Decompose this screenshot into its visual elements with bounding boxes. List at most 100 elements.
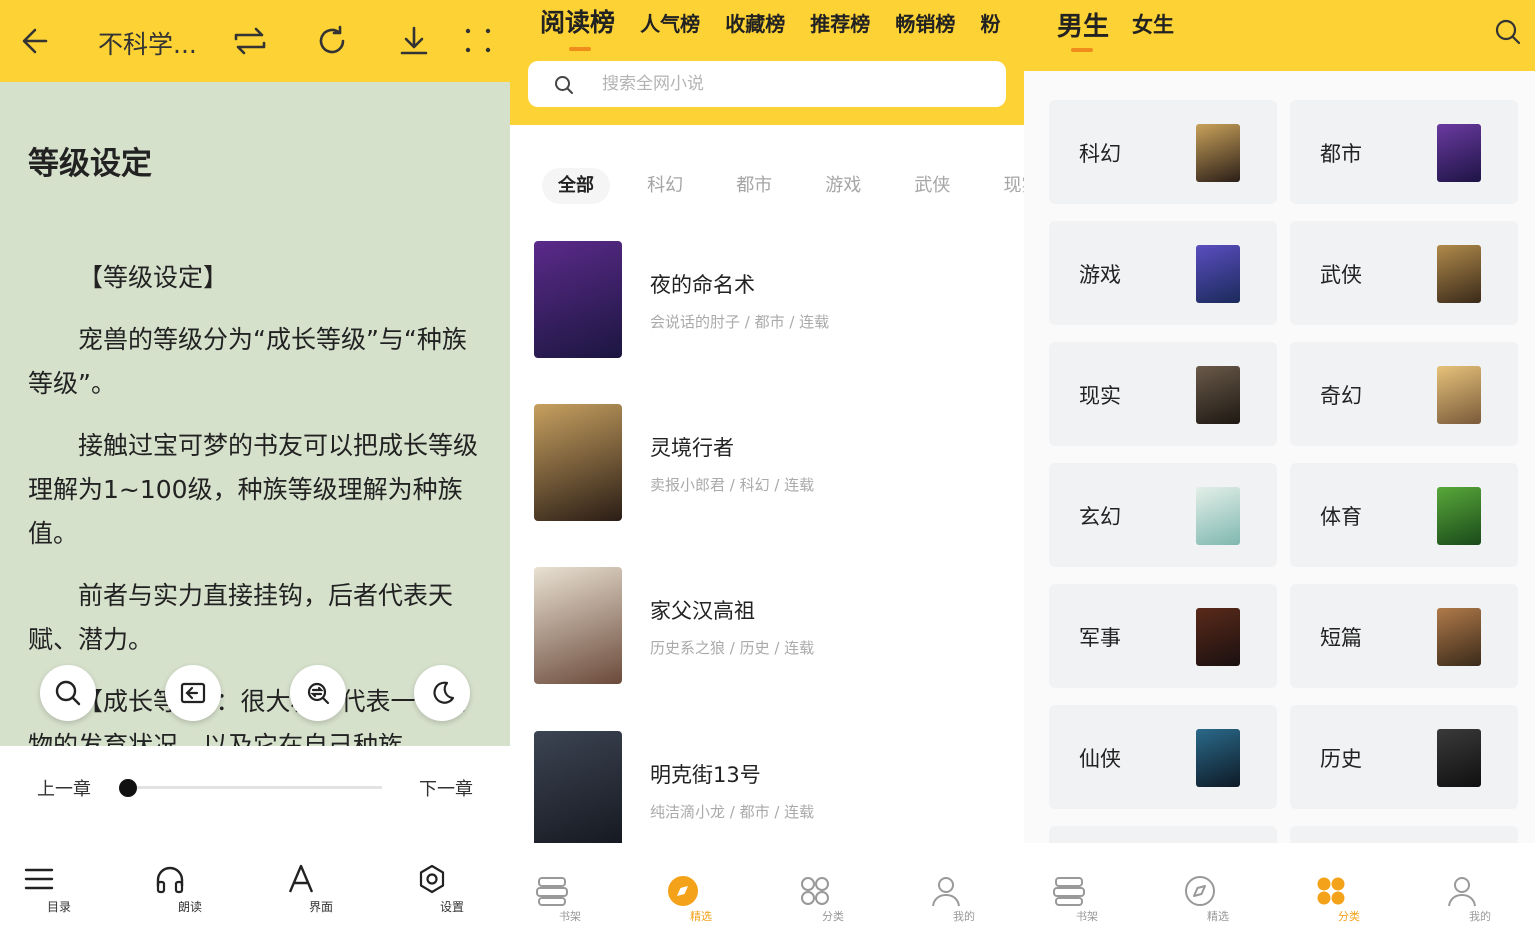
category-label: 军事 [1079,626,1121,650]
toc-button[interactable]: 目录 [23,864,95,915]
book-cover [534,731,622,848]
category-card[interactable]: 军事 [1049,584,1277,688]
prev-chapter-button[interactable]: 上一章 [37,775,91,801]
read-aloud-button[interactable]: 朗读 [154,864,226,915]
chapter-progress-thumb[interactable] [119,779,137,797]
replace-button[interactable] [290,665,346,721]
category-label: 体育 [1320,505,1362,529]
book-cover [534,404,622,521]
nav-profile[interactable]: 我的 [1445,875,1515,924]
headphones-icon [154,864,226,894]
compass-icon [666,875,736,907]
tab-popularity-rank[interactable]: 人气榜 [640,8,700,37]
filter-urban[interactable]: 都市 [720,168,788,204]
chapter-paragraph: 宠兽的等级分为“成长等级”与“种族等级”。 [28,325,467,398]
nav-label: 我的 [1469,910,1491,923]
auto-page-icon [178,678,208,708]
compass-icon [1183,875,1253,907]
book-list-item[interactable]: 家父汉高祖 历史系之狼 / 历史 / 连载 [534,567,1004,685]
search-bar[interactable] [528,61,1006,107]
category-screen: 男生 女生 科幻 都市 游戏 武侠 现实 奇幻 玄幻 体育 军事 短篇 仙侠 历… [1024,0,1535,935]
tab-fans-rank[interactable]: 粉 [980,8,1000,37]
chapter-progress-track[interactable] [126,786,382,789]
category-card[interactable]: 体育 [1290,463,1518,567]
book-list-item[interactable]: 夜的命名术 会说话的肘子 / 都市 / 连载 [534,241,1004,359]
night-mode-button[interactable] [414,665,470,721]
nav-featured[interactable]: 精选 [1183,875,1253,924]
category-cover [1437,608,1481,666]
settings-button[interactable]: 设置 [416,864,488,915]
nav-category[interactable]: 分类 [798,875,868,924]
nav-bookshelf[interactable]: 书架 [1052,875,1122,924]
category-card[interactable]: 现实 [1049,342,1277,446]
profile-icon [1445,875,1515,907]
active-tab-indicator [1071,48,1093,52]
book-meta: 卖报小郎君 / 科幻 / 连载 [650,476,815,494]
download-icon[interactable] [396,21,432,61]
tab-female[interactable]: 女生 [1132,9,1174,39]
category-card[interactable]: 历史 [1290,705,1518,809]
category-card[interactable]: 武侠 [1290,221,1518,325]
book-title: 夜的命名术 [650,273,755,297]
category-card[interactable]: 游戏 [1049,221,1277,325]
tab-male[interactable]: 男生 [1057,6,1109,43]
category-cover [1437,245,1481,303]
category-card[interactable]: 玄幻 [1049,463,1277,567]
category-cover [1196,245,1240,303]
filter-scifi[interactable]: 科幻 [631,168,699,204]
category-card[interactable]: 奇幻 [1290,342,1518,446]
nav-bookshelf[interactable]: 书架 [535,875,605,924]
search-icon [53,678,83,708]
category-cover [1437,124,1481,182]
book-list-item[interactable]: 灵境行者 卖报小郎君 / 科幻 / 连载 [534,404,1004,522]
interface-button[interactable]: 界面 [285,864,357,915]
category-cover [1196,124,1240,182]
tab-bestseller-rank[interactable]: 畅销榜 [895,8,955,37]
filter-wuxia[interactable]: 武侠 [898,168,966,204]
category-cover [1196,487,1240,545]
tool-label: 设置 [439,900,464,914]
tab-recommend-rank[interactable]: 推荐榜 [810,8,870,37]
nav-featured[interactable]: 精选 [666,875,736,924]
category-label: 科幻 [1079,142,1121,166]
nav-category[interactable]: 分类 [1314,875,1384,924]
back-arrow-icon[interactable] [20,21,50,61]
category-label: 现实 [1079,384,1121,408]
search-icon[interactable] [1494,18,1522,46]
category-label: 都市 [1320,142,1362,166]
chapter-paragraph: 【等级设定】 [78,263,229,292]
category-cover [1437,366,1481,424]
refresh-icon[interactable] [314,21,350,61]
next-chapter-button[interactable]: 下一章 [419,775,473,801]
filter-reality[interactable]: 现实 [987,168,1024,204]
search-icon [554,75,574,95]
tab-reading-rank[interactable]: 阅读榜 [540,3,615,39]
category-icon [1314,875,1384,907]
filter-all[interactable]: 全部 [542,168,610,204]
book-title: 家父汉高祖 [650,599,755,623]
auto-page-button[interactable] [165,665,221,721]
profile-icon [929,875,999,907]
category-card[interactable]: 科幻 [1049,100,1277,204]
search-input[interactable] [602,69,982,99]
book-list-item[interactable]: 明克街13号 纯洁滴小龙 / 都市 / 连载 [534,731,1004,849]
chapter-heading: 等级设定 [28,146,152,182]
more-dots-icon[interactable] [460,21,496,61]
category-label: 游戏 [1079,263,1121,287]
nav-label: 分类 [1338,910,1360,923]
tool-label: 目录 [46,900,71,914]
filter-game[interactable]: 游戏 [809,168,877,204]
ranking-screen: 阅读榜 人气榜 收藏榜 推荐榜 畅销榜 粉 全部 科幻 都市 游戏 武侠 现实 … [510,0,1024,935]
tab-collection-rank[interactable]: 收藏榜 [725,8,785,37]
search-text-button[interactable] [40,665,96,721]
category-label: 短篇 [1320,626,1362,650]
category-card[interactable]: 都市 [1290,100,1518,204]
chapter-paragraph: 前者与实力直接挂钩，后者代表天赋、潜力。 [28,581,454,654]
nav-profile[interactable]: 我的 [929,875,999,924]
menu-icon [23,864,95,894]
category-card[interactable]: 短篇 [1290,584,1518,688]
category-card[interactable]: 仙侠 [1049,705,1277,809]
category-cover [1196,729,1240,787]
reader-top-bar: 不科学... [0,0,510,82]
swap-source-icon[interactable] [232,21,268,61]
